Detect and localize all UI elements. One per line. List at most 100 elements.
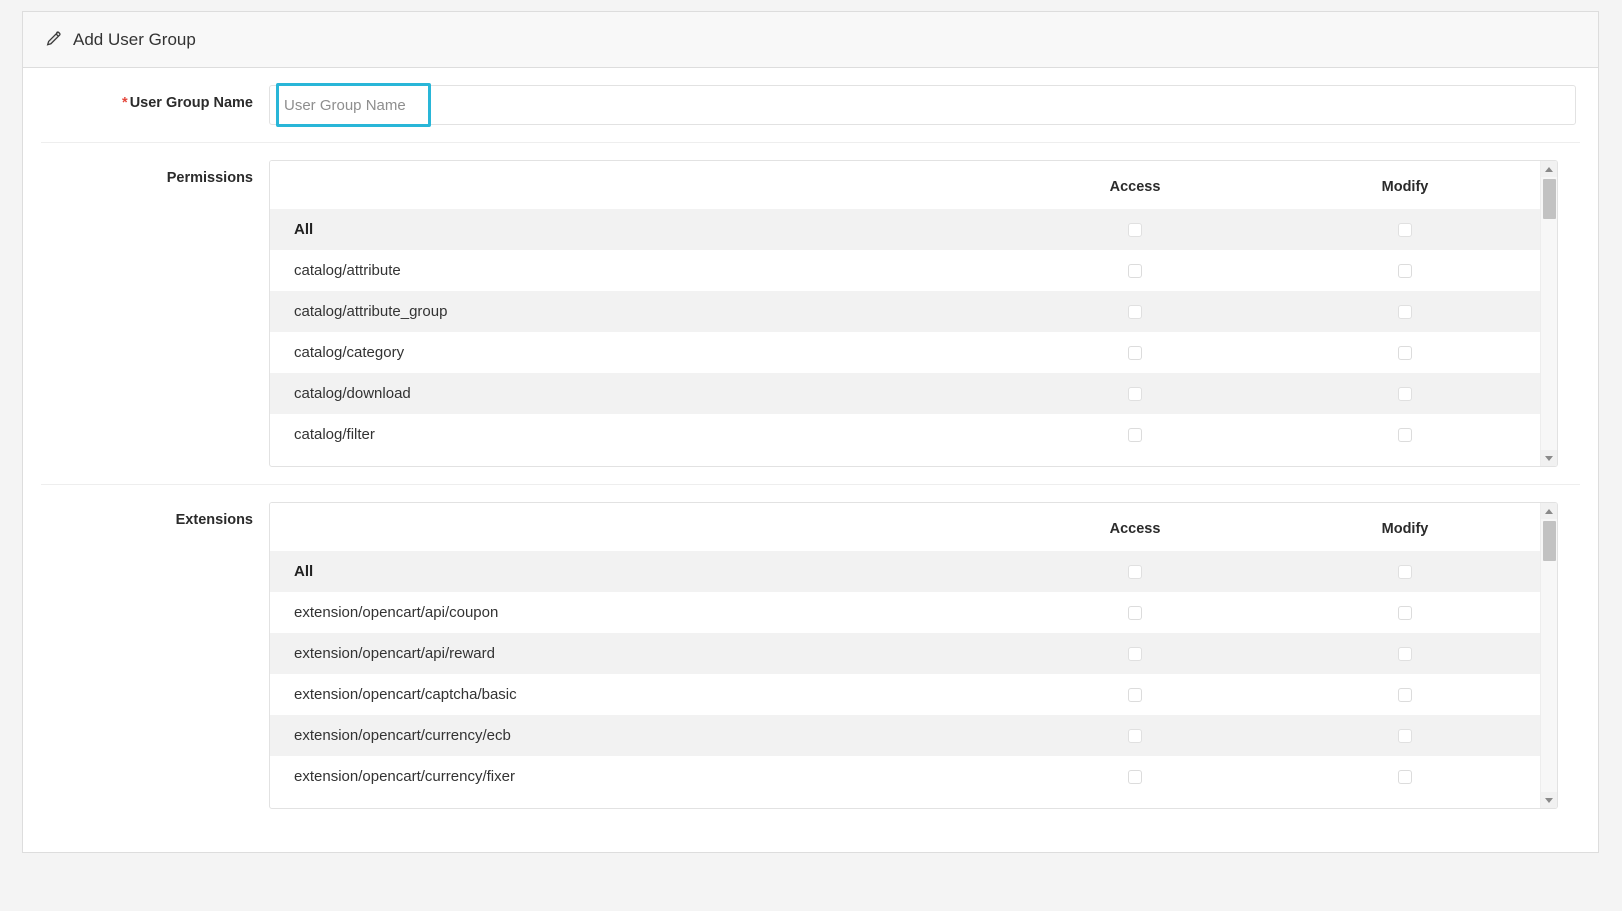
cell-access: [1000, 250, 1270, 291]
table-row: catalog/attribute: [270, 250, 1540, 291]
permissions-header-row: Access Modify: [270, 161, 1540, 209]
permissions-scrollbar[interactable]: [1540, 161, 1557, 466]
extensions-header-row: Access Modify: [270, 503, 1540, 551]
cell-access: [1000, 373, 1270, 414]
table-row: extension/opencart/currency/ecb: [270, 715, 1540, 756]
extensions-field-wrap: Access Modify All extension/opencart/api/…: [269, 502, 1580, 809]
chevron-up-icon[interactable]: [1541, 503, 1557, 519]
permissions-col-name: [270, 161, 1000, 209]
panel-bottom-spacer: [23, 826, 1598, 860]
cell-access: [1000, 674, 1270, 715]
chevron-down-icon[interactable]: [1541, 792, 1557, 808]
access-checkbox[interactable]: [1128, 770, 1142, 785]
table-row: extension/opencart/api/coupon: [270, 592, 1540, 633]
cell-modify: [1270, 414, 1540, 455]
modify-checkbox[interactable]: [1398, 647, 1412, 662]
access-checkbox[interactable]: [1128, 264, 1142, 279]
access-checkbox[interactable]: [1128, 346, 1142, 361]
access-checkbox[interactable]: [1128, 606, 1142, 621]
table-row: extension/opencart/currency/fixer: [270, 756, 1540, 797]
row-label: catalog/filter: [294, 426, 375, 443]
cell-access: [1000, 592, 1270, 633]
pencil-icon: [43, 31, 61, 49]
cell-modify: [1270, 674, 1540, 715]
permissions-col-modify: Modify: [1270, 161, 1540, 209]
access-checkbox[interactable]: [1128, 688, 1142, 703]
extensions-table: Access Modify All extension/opencart/api/…: [270, 503, 1540, 797]
extensions-col-name: [270, 503, 1000, 551]
cell-modify: [1270, 209, 1540, 250]
modify-checkbox[interactable]: [1398, 428, 1412, 443]
modify-checkbox[interactable]: [1398, 346, 1412, 361]
user-group-name-field-wrap: [269, 83, 1598, 127]
permissions-col-access: Access: [1000, 161, 1270, 209]
row-label: catalog/attribute_group: [270, 291, 1000, 332]
extensions-scrollbar[interactable]: [1540, 503, 1557, 808]
row-label: catalog/category: [294, 344, 405, 361]
page-title: Add User Group: [73, 29, 196, 49]
cell-modify: [1270, 756, 1540, 797]
cell-modify: [1270, 373, 1540, 414]
cell-access: [1000, 209, 1270, 250]
table-row: extension/opencart/captcha/basic: [270, 674, 1540, 715]
access-checkbox[interactable]: [1128, 305, 1142, 320]
table-row: catalog/attribute_group: [270, 291, 1540, 332]
row-label: All: [270, 551, 1000, 592]
table-row: extension/opencart/api/reward: [270, 633, 1540, 674]
cell-access: [1000, 291, 1270, 332]
cell-access: [1000, 756, 1270, 797]
row-label: extension/opencart/currency/ecb: [270, 715, 1000, 756]
form-row-user-group-name: * User Group Name: [23, 68, 1598, 142]
chevron-down-icon[interactable]: [1541, 450, 1557, 466]
cell-access: [1000, 715, 1270, 756]
cell-access: [1000, 414, 1270, 455]
modify-checkbox[interactable]: [1398, 770, 1412, 785]
access-checkbox[interactable]: [1128, 223, 1142, 238]
permissions-table: Access Modify All catalog/attribute catalo…: [270, 161, 1540, 455]
row-label: catalog/download: [270, 373, 1000, 414]
extensions-tbody: All extension/opencart/api/coupon extensio…: [270, 551, 1540, 797]
table-row: catalog/download: [270, 373, 1540, 414]
cell-modify: [1270, 332, 1540, 373]
extensions-scrollbar-thumb[interactable]: [1543, 521, 1556, 561]
table-row: catalog/category: [270, 332, 1540, 373]
cell-access: [1000, 551, 1270, 592]
modify-checkbox[interactable]: [1398, 264, 1412, 279]
modify-checkbox[interactable]: [1398, 387, 1412, 402]
modify-checkbox[interactable]: [1398, 305, 1412, 320]
panel-header: Add User Group: [23, 12, 1598, 68]
permissions-scroll-area[interactable]: Access Modify All catalog/attribute catalo…: [270, 161, 1540, 466]
cell-modify: [1270, 291, 1540, 332]
form-row-permissions: Permissions Access Modify All catalog/at…: [41, 142, 1580, 484]
cell-modify: [1270, 250, 1540, 291]
required-marker: *: [122, 95, 128, 111]
content-panel: Add User Group *User Group Name Permissi…: [22, 11, 1599, 853]
user-group-name-input[interactable]: [269, 85, 1576, 125]
user-group-name-label-text: User Group Name: [129, 95, 253, 111]
access-checkbox[interactable]: [1128, 565, 1142, 580]
extensions-scroll-area[interactable]: Access Modify All extension/opencart/api/…: [270, 503, 1540, 808]
row-label: extension/opencart/api/reward: [270, 633, 1000, 674]
cell-access: [1000, 633, 1270, 674]
extensions-panel: Access Modify All extension/opencart/api/…: [269, 502, 1558, 809]
chevron-up-icon[interactable]: [1541, 161, 1557, 177]
access-checkbox[interactable]: [1128, 387, 1142, 402]
extensions-label: Extensions: [175, 512, 253, 528]
modify-checkbox[interactable]: [1398, 729, 1412, 744]
permissions-scrollbar-thumb[interactable]: [1543, 179, 1556, 219]
extensions-col-modify: Modify: [1270, 503, 1540, 551]
input-shell: [269, 83, 1576, 127]
panel-body: *User Group Name Permissions: [23, 68, 1598, 860]
modify-checkbox[interactable]: [1398, 565, 1412, 580]
access-checkbox[interactable]: [1128, 428, 1142, 443]
permissions-label: Permissions: [166, 170, 253, 186]
table-row: All: [270, 551, 1540, 592]
modify-checkbox[interactable]: [1398, 606, 1412, 621]
extensions-col-access: Access: [1000, 503, 1270, 551]
form-row-extensions: Extensions Access Modify All extension/o…: [41, 484, 1580, 826]
access-checkbox[interactable]: [1128, 647, 1142, 662]
modify-checkbox[interactable]: [1398, 688, 1412, 703]
access-checkbox[interactable]: [1128, 729, 1142, 744]
cell-modify: [1270, 715, 1540, 756]
modify-checkbox[interactable]: [1398, 223, 1412, 238]
